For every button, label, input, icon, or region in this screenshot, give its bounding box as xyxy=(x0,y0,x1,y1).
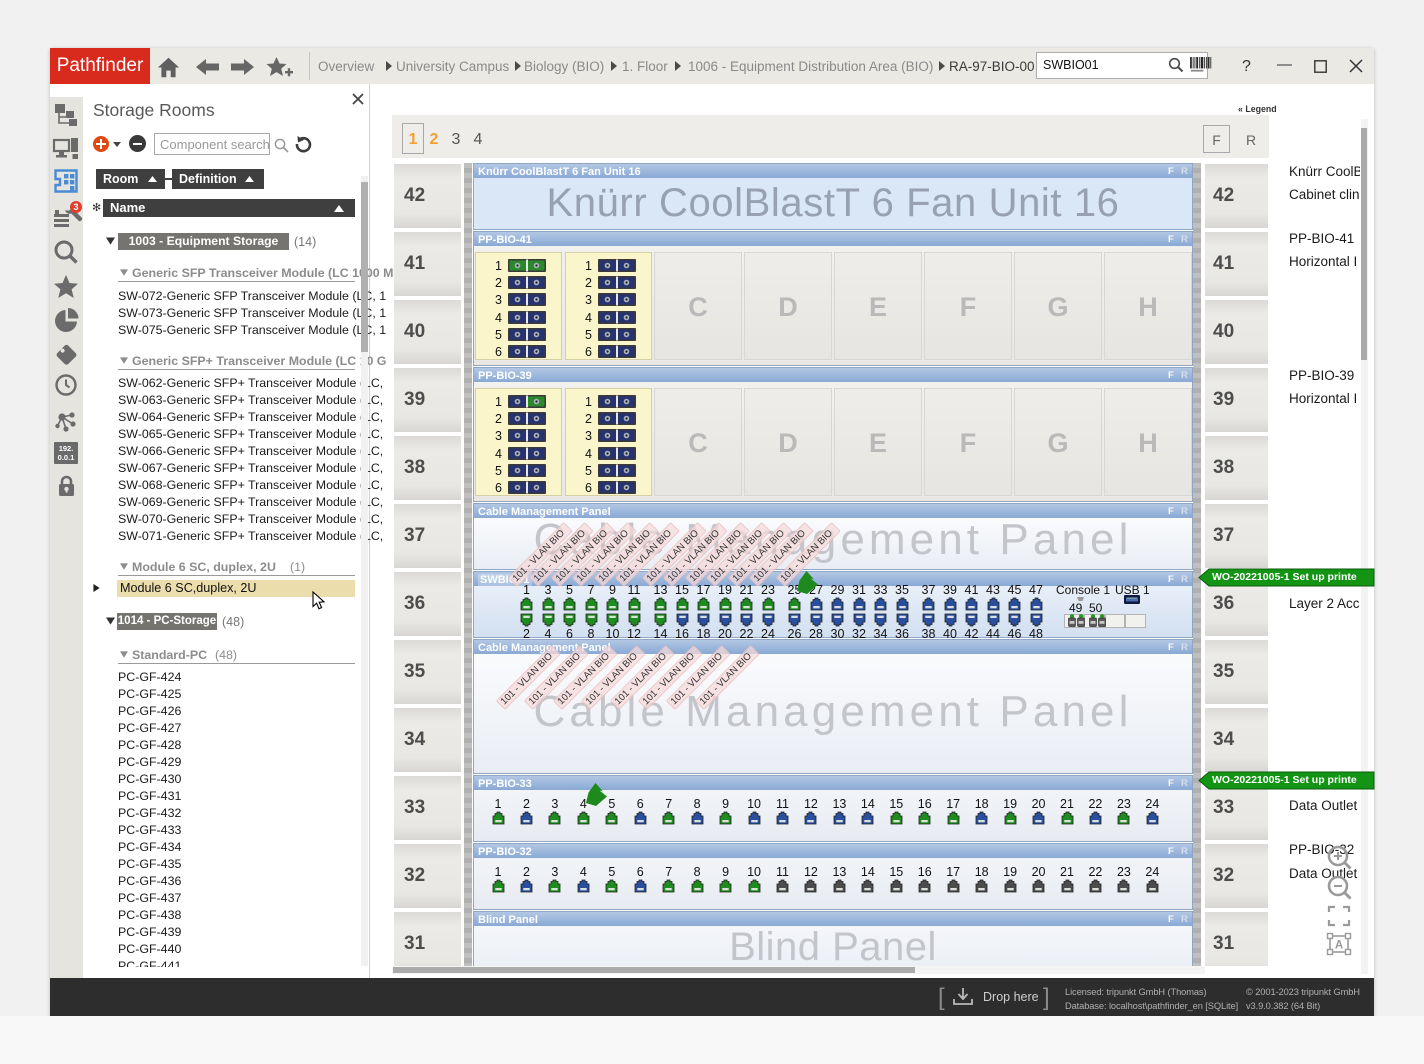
svg-text:0.0.1: 0.0.1 xyxy=(58,453,75,462)
svg-text:192.: 192. xyxy=(59,444,74,453)
svg-text:A: A xyxy=(1335,940,1343,952)
